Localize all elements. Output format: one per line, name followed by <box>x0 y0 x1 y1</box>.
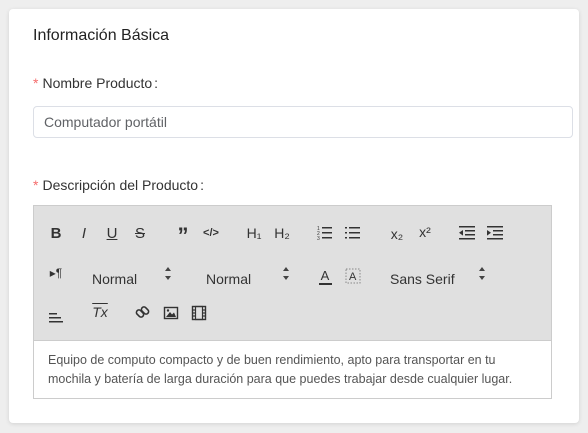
description-label-text: Descripción del Producto <box>42 177 199 193</box>
bold-button[interactable]: B <box>46 223 66 243</box>
indent-icon-svg <box>487 226 503 240</box>
editor-content[interactable]: Equipo de computo compacto y de buen ren… <box>48 351 540 389</box>
select-arrows-icon <box>479 267 485 280</box>
ordered-list-icon[interactable]: 1 2 3 <box>316 224 334 242</box>
font-color-bar <box>318 283 332 285</box>
underline-button[interactable]: U <box>102 223 122 243</box>
align-icon[interactable] <box>46 307 66 327</box>
font-color-icon: A <box>320 268 330 283</box>
editor-toolbar: B I U S ” </> H₁ H₂ 1 2 3 x₂ x² ▸¶ Norma… <box>34 206 551 341</box>
select-arrows-icon <box>165 267 171 280</box>
superscript-button[interactable]: x² <box>414 221 436 243</box>
svg-text:3: 3 <box>317 236 320 241</box>
font-family-select[interactable]: Sans Serif <box>390 267 486 291</box>
required-mark: * <box>33 177 39 193</box>
rich-text-editor: B I U S ” </> H₁ H₂ 1 2 3 x₂ x² ▸¶ Norma… <box>33 205 552 399</box>
rtl-direction-button[interactable]: ▸¶ <box>46 263 66 283</box>
image-icon[interactable] <box>161 303 181 323</box>
code-block-button[interactable]: </> <box>200 223 222 243</box>
video-icon[interactable] <box>189 303 209 323</box>
bullet-list-icon[interactable] <box>344 224 362 242</box>
ordered-list-icon-svg: 1 2 3 <box>317 226 332 241</box>
image-icon-svg <box>163 306 179 320</box>
outdent-icon[interactable] <box>458 224 476 242</box>
video-icon-svg <box>191 305 207 321</box>
product-name-label: * Nombre Producto: <box>33 75 158 91</box>
font-family-select-value: Sans Serif <box>390 271 455 287</box>
label-colon: : <box>200 177 204 193</box>
size-select-value: Normal <box>92 271 138 287</box>
blockquote-button[interactable]: ” <box>172 223 194 247</box>
outdent-icon-svg <box>459 226 475 240</box>
link-icon[interactable] <box>133 303 153 323</box>
align-icon-svg <box>49 313 63 323</box>
description-label: * Descripción del Producto: <box>33 177 204 193</box>
italic-button[interactable]: I <box>74 223 94 243</box>
select-arrows-icon <box>283 267 289 280</box>
header-select[interactable]: Normal <box>206 267 290 291</box>
size-select[interactable]: Normal <box>92 267 172 291</box>
link-icon-svg <box>135 306 150 318</box>
label-colon: : <box>154 75 159 91</box>
background-color-glyph: A <box>349 271 357 283</box>
indent-icon[interactable] <box>486 224 504 242</box>
product-name-label-text: Nombre Producto <box>42 75 153 91</box>
background-color-icon: A <box>345 268 361 284</box>
subscript-button[interactable]: x₂ <box>386 223 408 245</box>
card-title: Información Básica <box>33 27 170 44</box>
strike-button[interactable]: S <box>130 223 150 243</box>
header-2-button[interactable]: H₂ <box>271 223 293 243</box>
clean-format-glyph: Tx <box>92 304 108 320</box>
product-name-input[interactable] <box>33 106 573 138</box>
bullet-list-icon-svg <box>345 227 360 239</box>
clean-format-button[interactable]: Tx <box>89 302 111 322</box>
clean-format-icon: Tx <box>92 304 108 320</box>
font-color-button[interactable]: A <box>316 266 334 288</box>
background-color-button[interactable]: A <box>344 266 362 286</box>
basic-info-card: Información Básica *Nombre Producto: *De… <box>9 9 579 423</box>
required-mark: * <box>33 75 39 91</box>
header-select-value: Normal <box>206 271 252 287</box>
header-1-button[interactable]: H₁ <box>243 223 265 243</box>
